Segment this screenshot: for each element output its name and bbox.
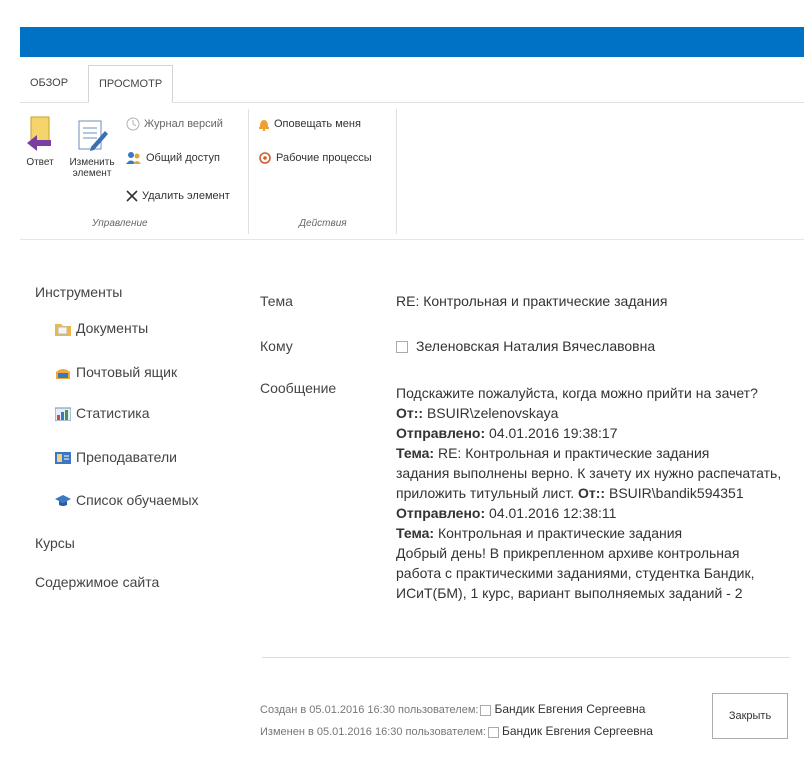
sent-label: Отправлено: (396, 425, 486, 441)
message-sent-1: Отправлено: 04.01.2016 19:38:17 (396, 423, 796, 443)
shared-access-button[interactable]: Общий доступ (126, 149, 220, 167)
people-icon (126, 152, 141, 165)
alert-me-button[interactable]: Оповещать меня (258, 115, 361, 133)
nav-students-label: Список обучаемых (76, 492, 199, 508)
edit-label-2: элемент (72, 168, 112, 179)
modified-by[interactable]: Бандик Евгения Сергеевна (502, 724, 653, 738)
teachers-icon (55, 452, 71, 465)
message-from-1: От:: BSUIR\zelenovskaya (396, 403, 796, 423)
reply-icon (27, 116, 51, 151)
tab-view[interactable]: ПРОСМОТР (88, 65, 174, 103)
delete-item-button[interactable]: Удалить элемент (126, 187, 230, 205)
subject-inline-label: Тема: (396, 525, 435, 541)
presence-indicator (487, 726, 499, 738)
edit-item-button[interactable]: Изменить элемент (66, 119, 118, 179)
suite-bar (20, 27, 804, 57)
nav-statistics-label: Статистика (76, 405, 150, 421)
folder-icon (55, 324, 71, 337)
subject-label: Тема (260, 293, 293, 309)
nav-documents-label: Документы (76, 320, 149, 336)
version-history-button[interactable]: Журнал версий (126, 115, 223, 133)
from-label: От:: (396, 405, 424, 421)
message-line: задания выполнены верно. К зачету их нуж… (396, 465, 782, 481)
reply-button[interactable]: Ответ (23, 115, 57, 168)
message-text: приложить титульный лист. (396, 485, 579, 501)
sent-label: Отправлено: (396, 505, 486, 521)
group-actions-label: Действия (299, 218, 347, 229)
message-line: Подскажите пожалуйста, когда можно прийт… (396, 385, 758, 401)
nav-tools[interactable]: Инструменты (35, 282, 122, 302)
edit-label-1: Изменить (69, 157, 115, 168)
from-value: BSUIR\zelenovskaya (423, 405, 559, 421)
message-body: Подскажите пожалуйста, когда можно прийт… (396, 383, 796, 603)
created-text: Создан в 05.01.2016 16:30 пользователем: (260, 704, 479, 716)
modified-text: Изменен в 05.01.2016 16:30 пользователем… (260, 726, 486, 738)
edit-item-icon (78, 120, 108, 151)
tab-browse[interactable]: ОБЗОР (20, 65, 78, 102)
version-history-icon (126, 117, 140, 131)
group-manage-label: Управление (92, 218, 148, 229)
nav-mailbox[interactable]: Почтовый ящик (55, 362, 177, 382)
nav-statistics[interactable]: Статистика (55, 403, 150, 423)
delete-item-label: Удалить элемент (142, 190, 230, 202)
alert-me-label: Оповещать меня (274, 118, 361, 130)
workflows-button[interactable]: Рабочие процессы (258, 149, 372, 167)
mailbox-icon (56, 369, 70, 380)
modified-info: Изменен в 05.01.2016 16:30 пользователем… (260, 724, 653, 738)
created-info: Создан в 05.01.2016 16:30 пользователем:… (260, 702, 645, 716)
subject-inline-value: RE: Контрольная и практические задания (434, 445, 710, 461)
ribbon-tabs: ОБЗОР ПРОСМОТР (20, 65, 804, 103)
from-value: BSUIR\bandik594351 (605, 485, 744, 501)
presence-indicator (396, 341, 408, 354)
graduation-cap-icon (55, 495, 71, 507)
message-line: Добрый день! В прикрепленном архиве конт… (396, 545, 740, 561)
nav-mailbox-label: Почтовый ящик (76, 364, 178, 380)
to-name[interactable]: Зеленовская Наталия Вячеславовна (416, 338, 655, 354)
ribbon-separator (248, 109, 249, 234)
nav-courses[interactable]: Курсы (35, 533, 75, 553)
ribbon-separator-2 (396, 109, 397, 234)
nav-teachers-label: Преподаватели (76, 449, 177, 465)
presence-indicator (480, 704, 492, 716)
workflow-icon (259, 152, 271, 164)
message-subject-2: Тема: Контрольная и практические задания (396, 523, 796, 543)
version-history-label: Журнал версий (144, 118, 223, 130)
nav-students[interactable]: Список обучаемых (55, 490, 199, 510)
close-button[interactable]: Закрыть (712, 693, 788, 739)
subject-inline-value: Контрольная и практические задания (434, 525, 683, 541)
to-label: Кому (260, 338, 293, 354)
from-label: От:: (578, 485, 606, 501)
shared-access-label: Общий доступ (146, 152, 220, 164)
message-line-from-2: приложить титульный лист. От:: BSUIR\ban… (396, 483, 796, 503)
sent-value: 04.01.2016 19:38:17 (485, 425, 618, 441)
ribbon: Ответ Изменить элемент Журнал версий Общ… (20, 103, 804, 240)
message-line: ИСиТ(БМ), 1 курс, вариант выполняемых за… (396, 585, 743, 601)
workflows-label: Рабочие процессы (276, 152, 372, 164)
nav-documents[interactable]: Документы (55, 318, 148, 338)
created-by[interactable]: Бандик Евгения Сергеевна (494, 702, 645, 716)
divider (262, 657, 790, 658)
delete-icon (126, 190, 138, 202)
subject-inline-label: Тема: (396, 445, 435, 461)
sent-value: 04.01.2016 12:38:11 (485, 505, 617, 521)
message-sent-2: Отправлено: 04.01.2016 12:38:11 (396, 503, 796, 523)
message-line: работа с практическими заданиями, студен… (396, 565, 755, 581)
bell-icon (259, 120, 269, 132)
to-value: Зеленовская Наталия Вячеславовна (396, 338, 655, 354)
message-label: Сообщение (260, 380, 337, 396)
nav-site-contents[interactable]: Содержимое сайта (35, 572, 159, 592)
message-subject-1: Тема: RE: Контрольная и практические зад… (396, 443, 796, 463)
reply-label: Ответ (26, 157, 54, 168)
nav-teachers[interactable]: Преподаватели (55, 447, 177, 467)
statistics-icon (55, 407, 71, 422)
subject-value: RE: Контрольная и практические задания (396, 293, 668, 309)
